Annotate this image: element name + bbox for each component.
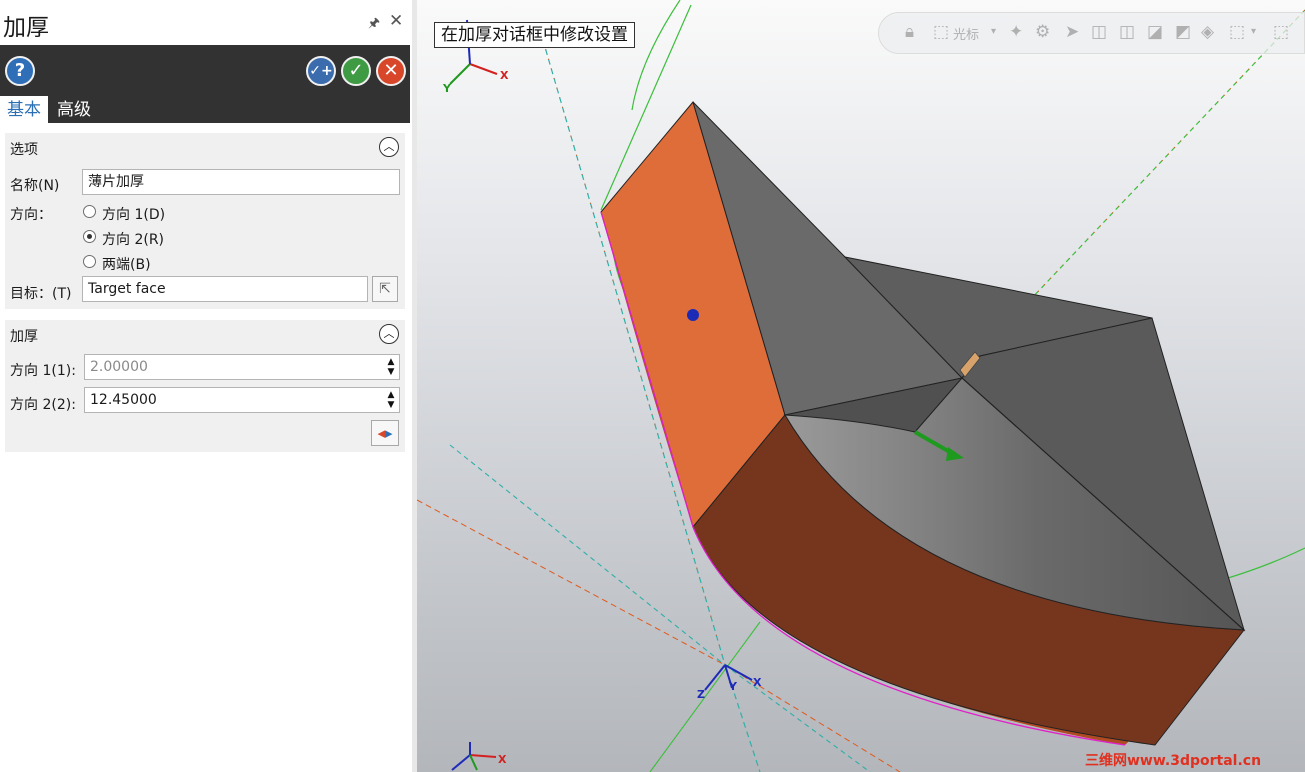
model-scene[interactable]: X Y X Z Y X bbox=[417, 0, 1305, 772]
cube-icon[interactable]: ◩ bbox=[1175, 22, 1191, 42]
direction-2-input[interactable]: 12.45000 ▲ ▼ bbox=[84, 387, 400, 413]
pin-icon[interactable]: 🖈 bbox=[368, 14, 380, 36]
axis-triad-center: X Z Y bbox=[697, 664, 762, 701]
collapse-chevron-icon[interactable]: ︿ bbox=[379, 324, 399, 344]
spinner-icon[interactable]: ▲ ▼ bbox=[385, 357, 397, 377]
view-toolbar: 🔒︎ ⬚ 光标 ▾ ✦ ⚙ ➤ ◫ ◫ ◪ ◩ ◈ ⬚ ▾ ⬚ bbox=[878, 12, 1305, 54]
cube-icon[interactable]: ◫ bbox=[1119, 22, 1135, 42]
ok-button[interactable]: ✓ bbox=[341, 56, 371, 86]
panel-title: 加厚 bbox=[3, 15, 49, 41]
direction-2-value: 12.45000 bbox=[90, 392, 157, 408]
section-title: 选项 bbox=[10, 142, 38, 158]
cube-icon[interactable]: ◫ bbox=[1091, 22, 1107, 42]
axis-x-label: X bbox=[753, 676, 762, 689]
cursor-mode-label[interactable]: 光标 bbox=[953, 24, 979, 43]
thicken-panel: 加厚 🖈 ✕ ? ✓+ ✓ ✕ 基本 高级 选项 ︿ 名称(N) 薄片加厚 方向… bbox=[0, 0, 412, 772]
check-icon: ✓ bbox=[348, 60, 364, 81]
options-section: 选项 ︿ 名称(N) 薄片加厚 方向： 方向 1(D) 方向 2(R) 两端(B… bbox=[5, 133, 405, 309]
dialog-toolbar: ? ✓+ ✓ ✕ 基本 高级 bbox=[0, 45, 410, 123]
close-icon[interactable]: ✕ bbox=[389, 12, 403, 30]
select-cursor-icon[interactable]: ⬚ bbox=[933, 22, 949, 42]
target-label: 目标：(T) bbox=[10, 286, 72, 302]
cancel-button[interactable]: ✕ bbox=[376, 56, 406, 86]
chevron-down-icon[interactable]: ▾ bbox=[1251, 26, 1256, 37]
axis-line bbox=[417, 499, 726, 666]
pointer-icon[interactable]: ➤ bbox=[1065, 22, 1079, 42]
axis-y-label: Y bbox=[728, 680, 738, 693]
collapse-chevron-icon[interactable]: ︿ bbox=[379, 137, 399, 157]
direction-1-value: 2.00000 bbox=[90, 359, 148, 375]
name-label: 名称(N) bbox=[10, 178, 60, 194]
construction-line bbox=[649, 621, 761, 772]
axis-line bbox=[724, 664, 871, 772]
radio-both-sides[interactable] bbox=[83, 255, 96, 268]
gear-icon[interactable]: ⚙ bbox=[1035, 22, 1050, 42]
x-icon: ✕ bbox=[383, 60, 399, 81]
thicken-section: 加厚 ︿ 方向 1(1): 2.00000 ▲ ▼ 方向 2(2): 12.450… bbox=[5, 320, 405, 452]
radio-direction-1-label[interactable]: 方向 1(D) bbox=[102, 204, 165, 224]
3d-viewport[interactable]: X Y X Z Y X 🔒︎ ⬚ 光标 ▾ ✦ ⚙ ➤ ◫ ◫ ◪ ◩ ◈ ⬚ … bbox=[417, 0, 1305, 772]
select-target-button[interactable]: ⇱ bbox=[372, 276, 398, 302]
help-icon: ? bbox=[14, 60, 26, 81]
radio-both-sides-label[interactable]: 两端(B) bbox=[102, 254, 151, 274]
pick-point bbox=[687, 309, 699, 321]
target-field[interactable]: Target face bbox=[82, 276, 368, 302]
double-arrow-icon: ◂▸ bbox=[377, 424, 393, 442]
direction-1-input[interactable]: 2.00000 ▲ ▼ bbox=[84, 354, 400, 380]
cube-icon[interactable]: ◈ bbox=[1201, 22, 1214, 42]
ok-continue-button[interactable]: ✓+ bbox=[306, 56, 336, 86]
watermark: 三维网www.3dportal.cn bbox=[1085, 753, 1262, 769]
flip-direction-button[interactable]: ◂▸ bbox=[371, 420, 399, 446]
construction-arc bbox=[1227, 547, 1305, 579]
radio-direction-2-label[interactable]: 方向 2(R) bbox=[102, 229, 164, 249]
radio-direction-2[interactable] bbox=[83, 230, 96, 243]
direction-label: 方向： bbox=[10, 207, 52, 223]
help-button[interactable]: ? bbox=[5, 56, 35, 86]
box-select-icon[interactable]: ⬚ bbox=[1273, 22, 1289, 42]
axis-x-label: X bbox=[498, 753, 507, 766]
axis-x-label: X bbox=[500, 69, 509, 82]
name-field[interactable]: 薄片加厚 bbox=[82, 169, 400, 195]
spark-icon[interactable]: ✦ bbox=[1009, 22, 1023, 42]
radio-direction-1[interactable] bbox=[83, 205, 96, 218]
check-plus-icon: ✓+ bbox=[309, 63, 333, 79]
cursor-arrow-icon: ⇱ bbox=[379, 281, 391, 297]
filter-icon[interactable]: ⬚ bbox=[1229, 22, 1245, 42]
axis-triad-bottom: X bbox=[451, 742, 507, 771]
axis-z-label: Z bbox=[697, 688, 705, 701]
spinner-icon[interactable]: ▲ ▼ bbox=[385, 390, 397, 410]
direction-2-label: 方向 2(2): bbox=[10, 397, 76, 413]
direction-1-label: 方向 1(1): bbox=[10, 363, 76, 379]
tab-advanced[interactable]: 高级 bbox=[57, 96, 91, 123]
chevron-down-icon[interactable]: ▾ bbox=[991, 26, 996, 37]
section-title: 加厚 bbox=[10, 329, 38, 345]
tab-basic[interactable]: 基本 bbox=[0, 96, 48, 123]
axis-y-label: Y bbox=[442, 82, 452, 95]
cube-icon[interactable]: ◪ bbox=[1147, 22, 1163, 42]
tooltip: 在加厚对话框中修改设置 bbox=[434, 22, 635, 48]
lock-icon[interactable]: 🔒︎ bbox=[905, 22, 914, 42]
construction-arc bbox=[631, 0, 681, 111]
